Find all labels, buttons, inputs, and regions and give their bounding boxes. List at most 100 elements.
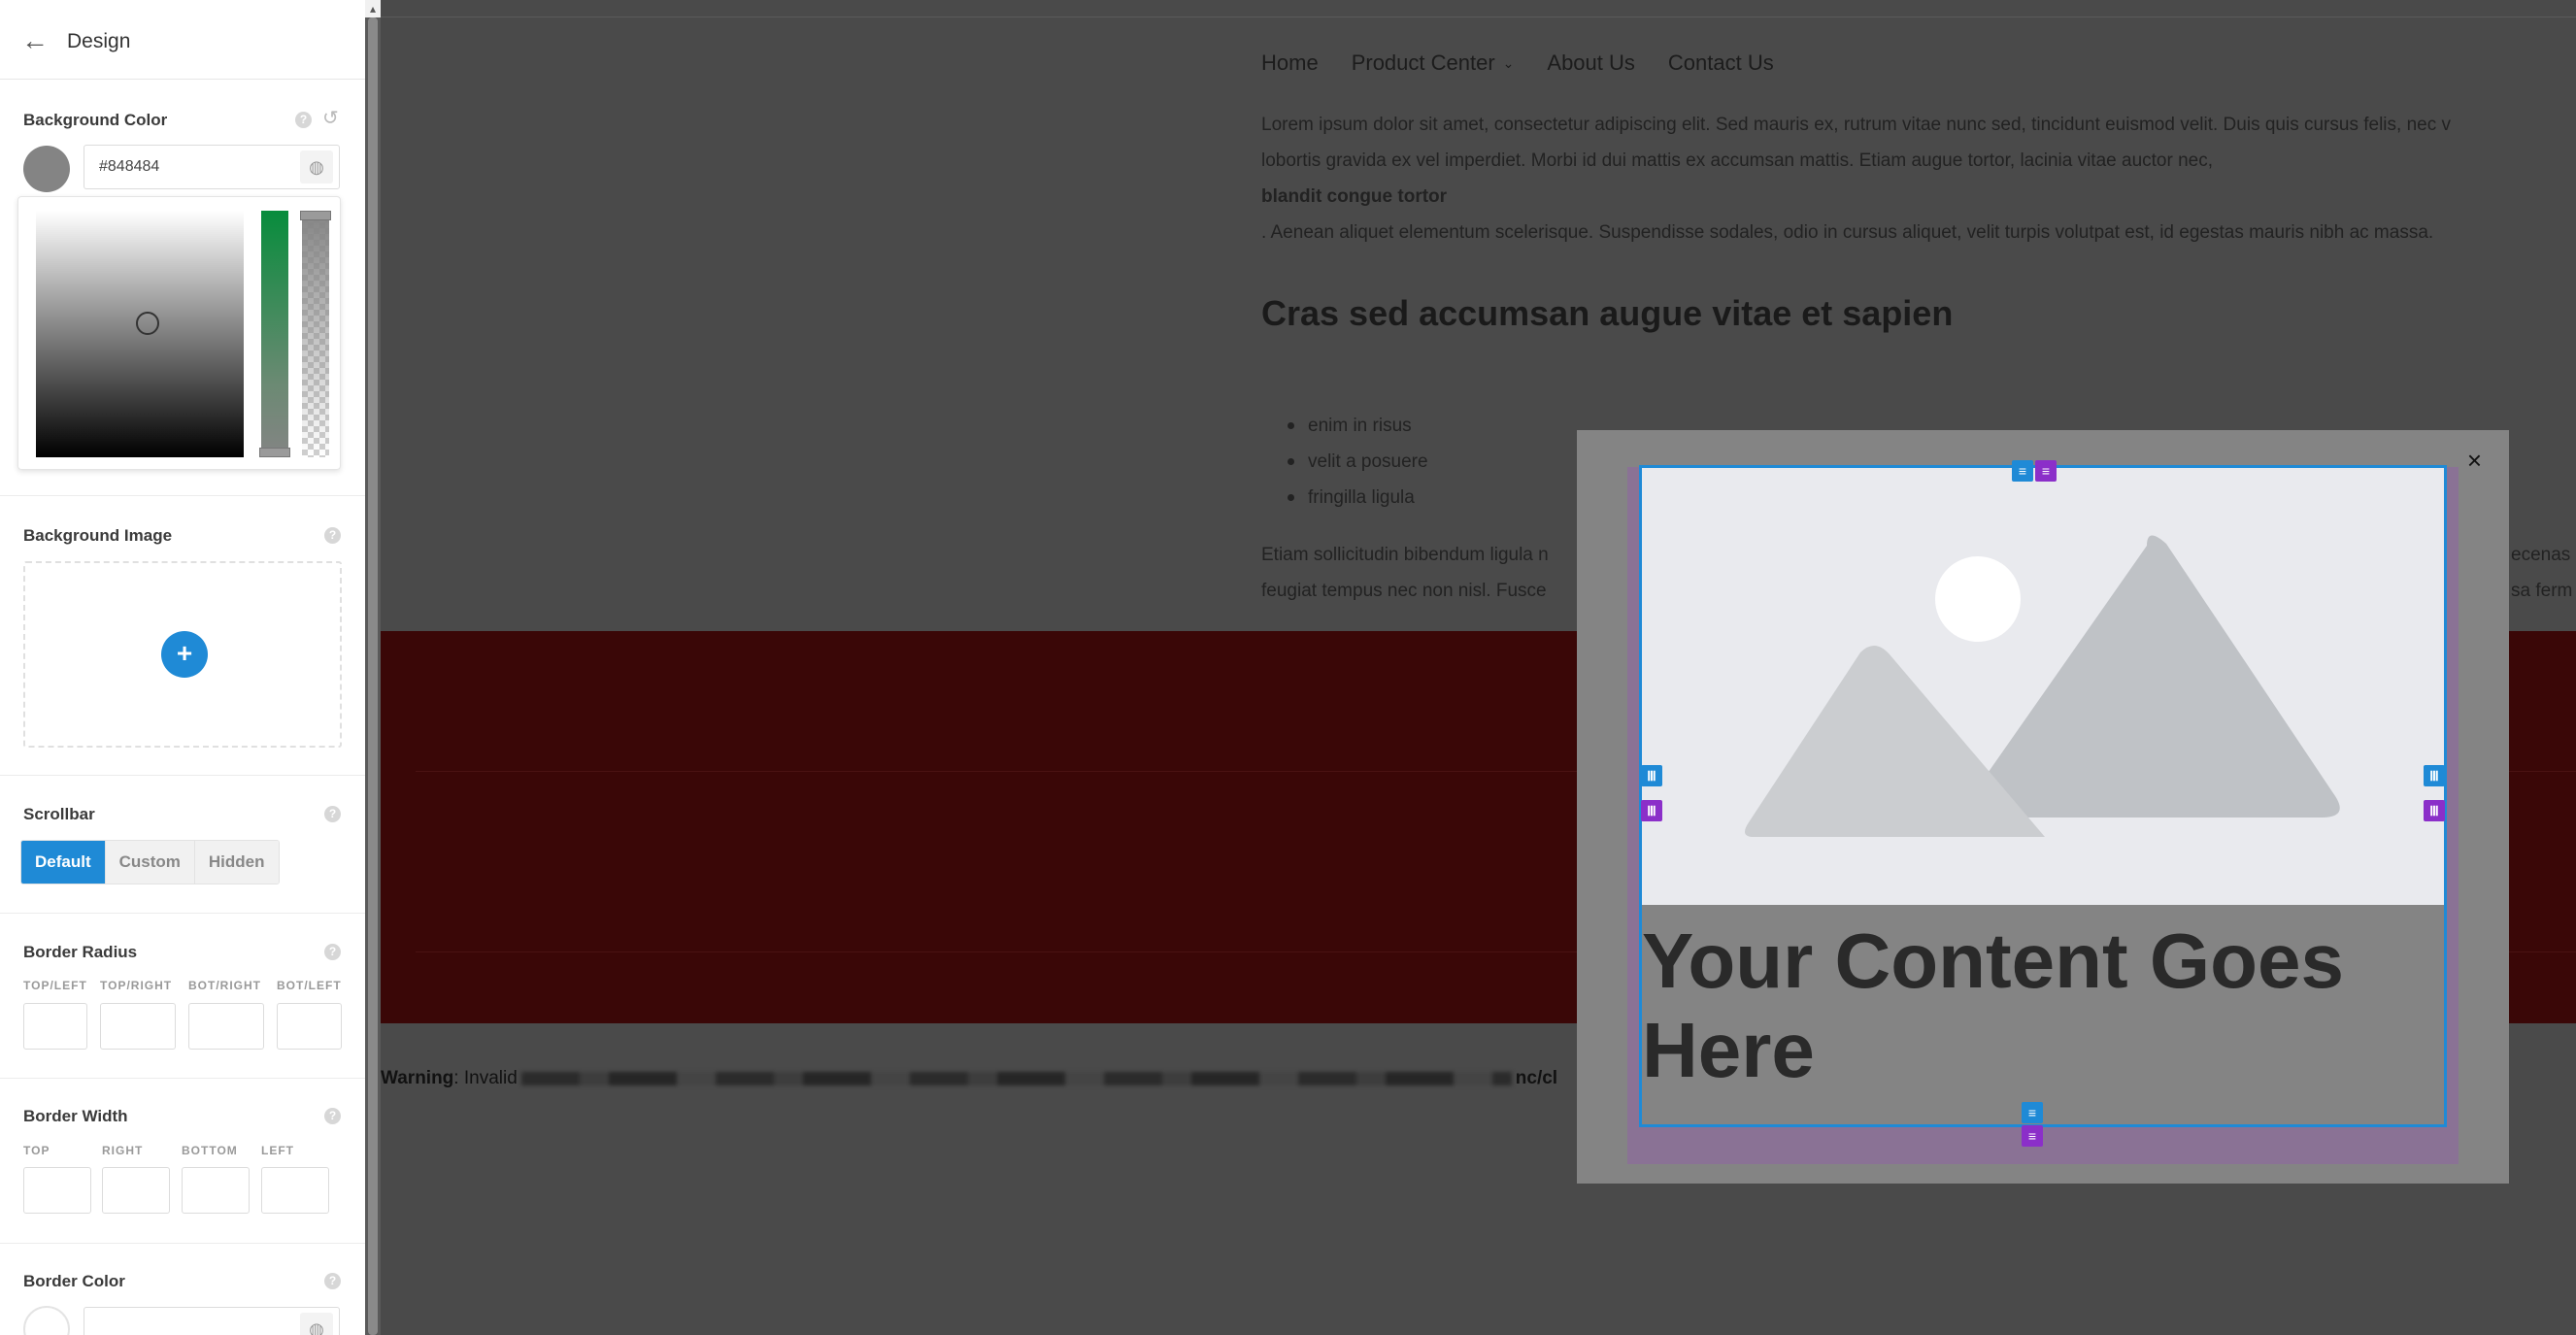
warning-tail: nc/cl — [1515, 1068, 1558, 1088]
border-color-label: Border Color — [23, 1272, 125, 1290]
border-radius-bot-right-input[interactable] — [188, 1003, 264, 1050]
column-handle-icon[interactable]: Ⅲ — [2424, 800, 2445, 821]
saturation-cursor[interactable] — [136, 312, 159, 335]
divider — [0, 775, 365, 776]
content-heading: Your Content Goes Here — [1642, 918, 2344, 1093]
border-radius-label: Border Radius — [23, 943, 138, 961]
background-image-dropzone[interactable]: + — [23, 561, 342, 748]
chevron-down-icon: ⌄ — [1502, 54, 1515, 71]
panel-header: ← Design — [0, 0, 365, 80]
nav-product-center-label: Product Center — [1351, 50, 1495, 75]
nav-product-center[interactable]: Product Center ⌄ — [1352, 50, 1515, 76]
border-width-bottom-input[interactable] — [182, 1167, 250, 1214]
column-handle-icon[interactable]: Ⅲ — [2424, 765, 2445, 786]
nav-home[interactable]: Home — [1261, 50, 1319, 76]
image-placeholder[interactable] — [1642, 468, 2444, 905]
border-radius-bot-left-input[interactable] — [277, 1003, 342, 1050]
field-label: TOP/LEFT — [23, 979, 87, 992]
field-label: BOTTOM — [182, 1144, 238, 1157]
scrollbar-option-hidden[interactable]: Hidden — [194, 841, 279, 884]
color-picker — [17, 196, 341, 470]
selected-module[interactable]: Your Content Goes Here — [1639, 465, 2447, 1127]
divider — [0, 1078, 365, 1079]
help-icon[interactable]: ? — [324, 1273, 341, 1289]
paragraph-line: Etiam sollicitudin bibendum ligula n — [1261, 545, 1549, 565]
alpha-slider[interactable] — [300, 211, 331, 457]
divider — [0, 1243, 365, 1244]
globe-icon[interactable]: ◍ — [300, 1313, 333, 1335]
border-color-swatch[interactable] — [23, 1306, 70, 1335]
panel-scrollbar[interactable]: ▴ — [365, 0, 381, 1335]
list-item: enim in risus — [1261, 408, 1428, 444]
list-item: velit a posuere — [1261, 444, 1428, 480]
php-warning: Warning: Invalid nc/cl — [381, 1068, 1557, 1089]
mountain-back — [1961, 535, 2340, 818]
scrollbar-segmented-control: Default Custom Hidden — [20, 840, 280, 884]
list-item: fringilla ligula — [1261, 480, 1428, 516]
alpha-handle[interactable] — [300, 211, 331, 220]
hue-slider[interactable] — [259, 211, 290, 457]
close-icon[interactable]: × — [2467, 448, 2482, 473]
paragraph-line: ecenas — [2511, 545, 2571, 565]
help-icon[interactable]: ? — [324, 527, 341, 544]
field-label: TOP — [23, 1144, 50, 1157]
help-icon[interactable]: ? — [295, 112, 312, 128]
row-handle-icon[interactable]: ≡ — [2022, 1102, 2043, 1123]
bullet-list: enim in risus velit a posuere fringilla … — [1261, 408, 1428, 516]
popup-modal: × Your Content Goes Here ≡ ≡ ≡ ≡ Ⅲ Ⅲ Ⅲ Ⅲ — [1577, 430, 2509, 1184]
blurred-path — [520, 1071, 1512, 1085]
background-image-label: Background Image — [23, 526, 173, 545]
border-radius-top-left-input[interactable] — [23, 1003, 87, 1050]
paragraph-line: . Aenean aliquet elementum scelerisque. … — [1261, 222, 2434, 243]
border-radius-top-right-input[interactable] — [100, 1003, 176, 1050]
field-label: RIGHT — [102, 1144, 144, 1157]
field-label: LEFT — [261, 1144, 294, 1157]
sun-shape — [1935, 556, 2021, 642]
nav-contact-us[interactable]: Contact Us — [1668, 50, 1774, 76]
mountain-front — [1745, 645, 2045, 837]
border-width-label: Border Width — [23, 1107, 128, 1125]
saturation-area[interactable] — [36, 211, 244, 457]
page-canvas: Home Product Center ⌄ About Us Contact U… — [381, 0, 2576, 1335]
scrollbar-option-default[interactable]: Default — [21, 841, 106, 884]
field-label: BOT/RIGHT — [188, 979, 261, 992]
section-heading: Cras sed accumsan augue vitae et sapien — [1261, 293, 1954, 333]
reset-icon[interactable]: ↺ — [322, 109, 339, 128]
paragraph-line: sa ferm — [2511, 581, 2573, 601]
divider — [0, 495, 365, 496]
column-handle-icon[interactable]: Ⅲ — [1641, 765, 1662, 786]
row-handle-icon[interactable]: ≡ — [2012, 460, 2033, 482]
paragraph-line: lobortis gravida ex vel imperdiet. Morbi… — [1261, 150, 2213, 171]
nav-about-us[interactable]: About Us — [1547, 50, 1635, 76]
add-image-button[interactable]: + — [161, 631, 208, 678]
alpha-gradient — [302, 211, 329, 457]
scrollbar-option-custom[interactable]: Custom — [105, 841, 195, 884]
paragraph-bold: blandit congue tortor — [1261, 186, 1448, 207]
help-icon[interactable]: ? — [324, 944, 341, 960]
field-label: BOT/LEFT — [277, 979, 342, 992]
border-width-right-input[interactable] — [102, 1167, 170, 1214]
design-panel: ← Design Background Color ? ↺ #848484 ◍ … — [0, 0, 365, 1335]
help-icon[interactable]: ? — [324, 806, 341, 822]
main-nav: Home Product Center ⌄ About Us Contact U… — [1261, 50, 1807, 76]
panel-title: Design — [67, 30, 131, 52]
warning-label: Warning — [381, 1068, 454, 1088]
back-arrow-icon[interactable]: ← — [21, 27, 49, 54]
section-handle-icon[interactable]: ≡ — [2035, 460, 2057, 482]
help-icon[interactable]: ? — [324, 1108, 341, 1124]
scrollbar-thumb[interactable] — [368, 17, 378, 1335]
mountain-placeholder-icon — [1745, 535, 2340, 837]
column-handle-icon[interactable]: Ⅲ — [1641, 800, 1662, 821]
paragraph-line: feugiat tempus nec non nisl. Fusce — [1261, 581, 1547, 601]
background-color-swatch[interactable] — [23, 146, 70, 192]
scroll-up-icon[interactable]: ▴ — [365, 0, 381, 17]
scrollbar-label: Scrollbar — [23, 805, 95, 823]
field-label: TOP/RIGHT — [100, 979, 173, 992]
divider — [0, 913, 365, 914]
border-width-top-input[interactable] — [23, 1167, 91, 1214]
hue-handle[interactable] — [259, 448, 290, 457]
border-width-left-input[interactable] — [261, 1167, 329, 1214]
paragraph-line: Lorem ipsum dolor sit amet, consectetur … — [1261, 115, 2451, 135]
section-handle-icon[interactable]: ≡ — [2022, 1125, 2043, 1147]
globe-icon[interactable]: ◍ — [300, 150, 333, 184]
